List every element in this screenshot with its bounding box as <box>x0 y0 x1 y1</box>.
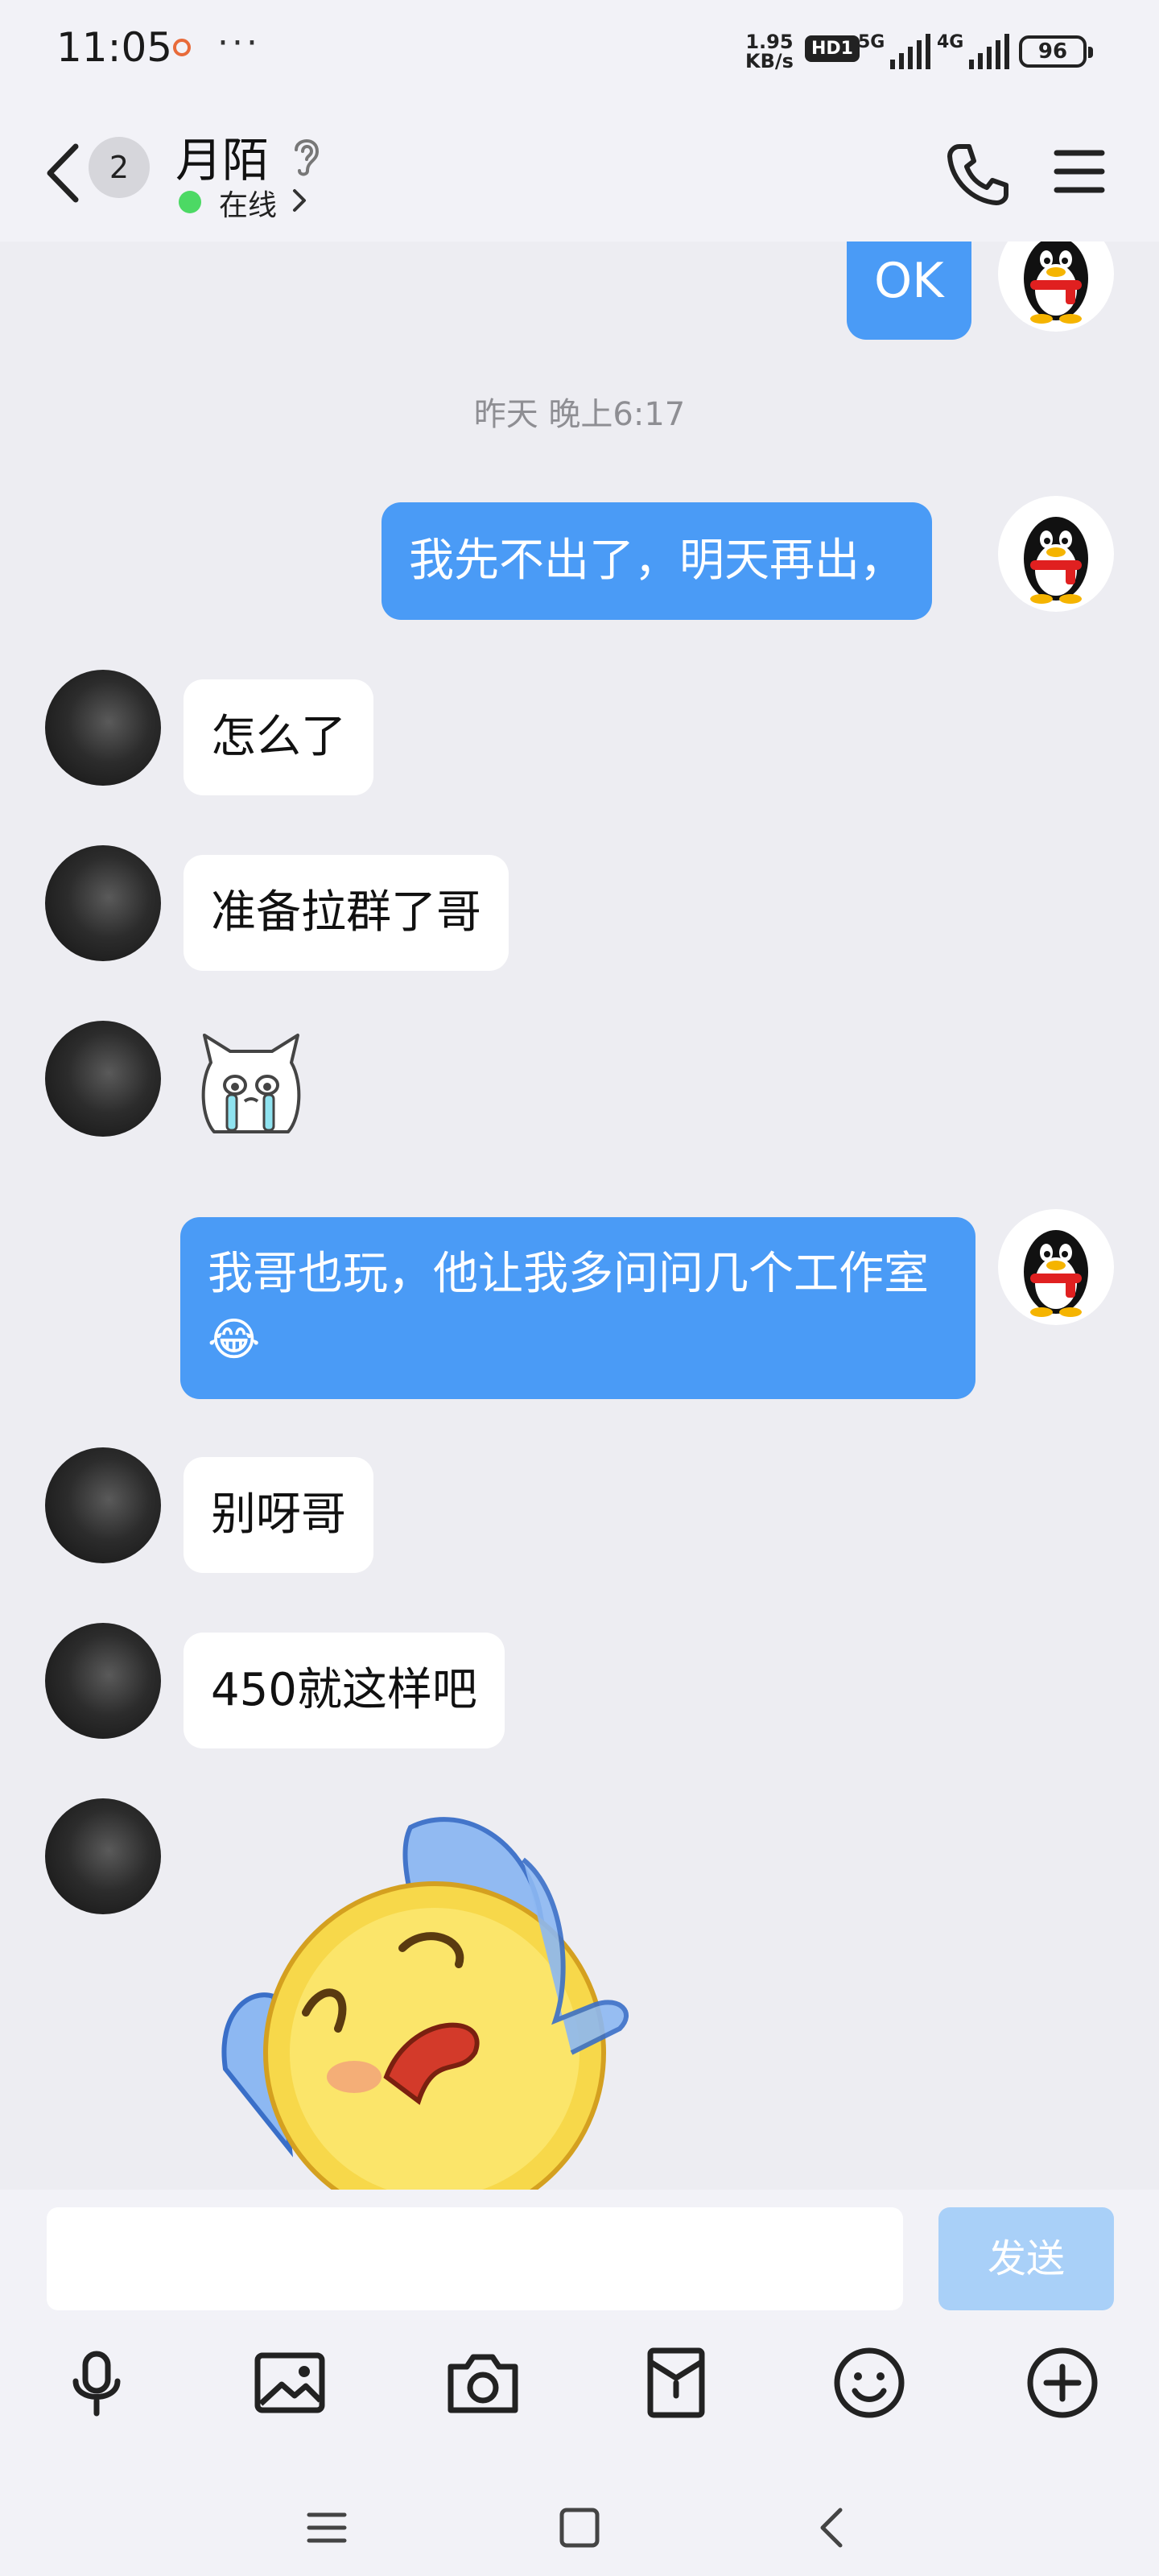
system-navigation-bar <box>0 2455 1159 2576</box>
contact-avatar[interactable] <box>45 1021 161 1137</box>
back-nav-icon[interactable] <box>808 2504 856 2552</box>
status-time: 11:05 <box>56 24 173 71</box>
message-timestamp: 昨天 晚上6:17 <box>473 396 686 433</box>
battery-icon: 96 <box>1019 35 1093 68</box>
emoji-icon[interactable] <box>829 2343 909 2423</box>
self-avatar[interactable] <box>998 496 1114 612</box>
message-bubble-incoming[interactable]: 准备拉群了哥 <box>184 855 509 971</box>
back-icon[interactable] <box>40 137 89 209</box>
red-packet-icon[interactable] <box>636 2343 716 2423</box>
microphone-icon[interactable] <box>56 2343 137 2423</box>
camera-icon[interactable] <box>443 2343 523 2423</box>
signal-4g-icon: 4G <box>937 32 1010 69</box>
image-icon[interactable] <box>250 2343 330 2423</box>
recent-apps-icon[interactable] <box>303 2504 351 2552</box>
chat-header: 2 月陌 在线 <box>0 105 1159 242</box>
chat-message-list[interactable]: OK 昨天 晚上6:17 我先不出了，明天再出， 怎么了 准备拉群了哥 我哥也玩… <box>0 242 1159 2190</box>
message-bubble-outgoing[interactable]: 我先不出了，明天再出， <box>382 502 932 620</box>
penguin-avatar-icon <box>1024 517 1088 604</box>
menu-icon[interactable] <box>1053 143 1106 200</box>
contact-avatar[interactable] <box>45 1623 161 1739</box>
message-bubble-outgoing[interactable]: OK <box>847 242 971 340</box>
home-icon[interactable] <box>555 2504 604 2552</box>
network-speed: 1.95 KB/s <box>745 32 794 71</box>
contact-avatar[interactable] <box>45 670 161 786</box>
online-status-text[interactable]: 在线 <box>219 182 277 224</box>
message-bubble-outgoing[interactable]: 我哥也玩，他让我多问问几个工作室😂 <box>180 1217 975 1399</box>
network-speed-unit: KB/s <box>745 50 794 72</box>
contact-name[interactable]: 月陌 <box>175 122 269 190</box>
contact-avatar[interactable] <box>45 1798 161 1914</box>
unread-count-badge[interactable]: 2 <box>89 137 150 198</box>
contact-avatar[interactable] <box>45 1447 161 1563</box>
status-bar: 11:05 ··· 1.95 KB/s HD1 5G 4G 96 <box>0 0 1159 105</box>
contact-avatar[interactable] <box>45 845 161 961</box>
send-button[interactable]: 发送 <box>938 2207 1114 2310</box>
chevron-right-icon[interactable] <box>290 187 309 214</box>
online-status-dot <box>179 191 201 213</box>
facepalm-emoji-sticker[interactable] <box>217 1811 684 2190</box>
signal-5g-icon: 5G <box>858 32 931 69</box>
phone-call-icon[interactable] <box>942 138 1014 211</box>
signal-5g-label: 5G <box>858 32 885 52</box>
message-bubble-incoming[interactable]: 别呀哥 <box>184 1457 373 1573</box>
message-input[interactable] <box>47 2207 903 2310</box>
ear-icon[interactable] <box>287 130 327 179</box>
network-speed-value: 1.95 <box>745 31 794 53</box>
hd-badge: HD1 <box>805 35 860 62</box>
plus-icon[interactable] <box>1022 2343 1103 2423</box>
penguin-avatar-icon <box>1024 1230 1088 1317</box>
self-avatar[interactable] <box>998 242 1114 332</box>
message-bubble-incoming[interactable]: 450就这样吧 <box>184 1633 505 1748</box>
self-avatar[interactable] <box>998 1209 1114 1325</box>
penguin-avatar-icon <box>1024 242 1088 324</box>
crying-cat-sticker[interactable] <box>193 1030 309 1150</box>
more-notifications-icon: ··· <box>217 23 261 64</box>
signal-4g-label: 4G <box>937 32 964 52</box>
location-icon <box>173 39 191 56</box>
message-bubble-incoming[interactable]: 怎么了 <box>184 679 373 795</box>
